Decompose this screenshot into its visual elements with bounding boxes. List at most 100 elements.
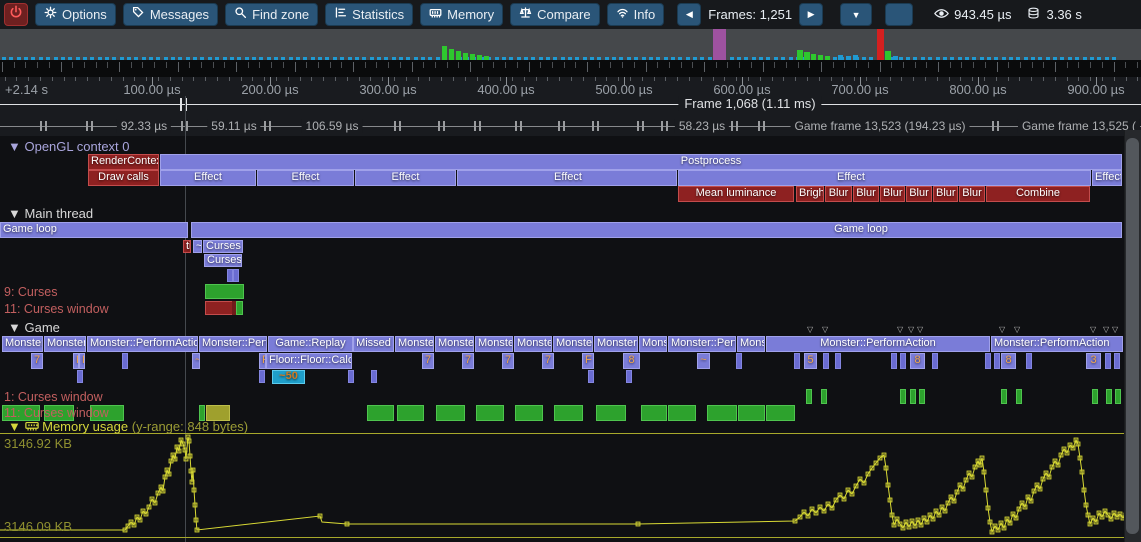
timeline-zone[interactable]: ~	[192, 353, 200, 369]
timeline-zone[interactable]: RenderContext	[88, 154, 159, 170]
collapsed-marker-icon[interactable]: ▽	[897, 325, 903, 334]
collapsed-marker-icon[interactable]: ▽	[822, 325, 828, 334]
timeline-zone[interactable]: Monster::PerformAction	[435, 336, 474, 352]
memory-section-header[interactable]: ▼ Memory usage (y-range: 848 bytes)	[8, 419, 248, 434]
timeline-zone[interactable]: 8	[910, 353, 925, 369]
scrollbar-thumb[interactable]	[1126, 138, 1139, 534]
frame-bar[interactable]	[463, 53, 468, 60]
timeline-zone[interactable]	[1092, 389, 1098, 404]
timeline-zone[interactable]: Blur	[853, 186, 879, 202]
collapsed-marker-icon[interactable]: ▽	[999, 325, 1005, 334]
timeline-zone[interactable]	[1016, 389, 1022, 404]
timeline-zone[interactable]: 7	[31, 353, 43, 369]
timeline-zone[interactable]: 7	[462, 353, 474, 369]
timeline-zone[interactable]	[823, 353, 829, 369]
timeline-zone[interactable]	[367, 405, 394, 421]
timeline-zone[interactable]	[122, 353, 128, 369]
timeline-zone[interactable]	[588, 370, 594, 383]
timeline-zone[interactable]	[900, 353, 906, 369]
statistics-button[interactable]: Statistics	[325, 3, 413, 26]
compare-button[interactable]: Compare	[510, 3, 599, 26]
timeline-zone[interactable]	[554, 405, 583, 421]
collapsed-marker-icon[interactable]: ▽	[1103, 325, 1109, 334]
timeline-zone[interactable]	[626, 370, 632, 383]
timeline-zone[interactable]: Monster::PerformAction	[766, 336, 990, 352]
timeline-zone[interactable]	[1105, 353, 1111, 369]
timeline-zone[interactable]	[1026, 353, 1032, 369]
frame-bar[interactable]	[456, 51, 461, 60]
timeline-zone[interactable]	[641, 405, 667, 421]
timeline-zone[interactable]: Monster::PerformAction	[991, 336, 1123, 352]
timeline-zone[interactable]: Monster::PerformAction	[2, 336, 43, 352]
timeline-zone[interactable]	[985, 353, 991, 369]
timeline-zone[interactable]	[910, 389, 916, 404]
timeline-zone[interactable]	[891, 353, 897, 369]
timeline-zone[interactable]: F	[582, 353, 594, 369]
timeline-zone[interactable]	[259, 370, 265, 383]
timeline-zone[interactable]: Missed	[353, 336, 394, 352]
timeline-zone[interactable]	[236, 301, 243, 315]
thread-header[interactable]: ▼ Game	[8, 320, 60, 335]
timeline-zone[interactable]: 7	[542, 353, 554, 369]
timeline-zone[interactable]	[1106, 389, 1112, 404]
timeline-zone[interactable]: ~	[697, 353, 710, 369]
timeline-zone[interactable]: Mean luminance	[678, 186, 794, 202]
timeline-zone[interactable]: Blur	[906, 186, 932, 202]
timeline-zone[interactable]	[668, 405, 696, 421]
timeline-zone[interactable]	[835, 353, 841, 369]
timeline-zone[interactable]: Game::Replay	[268, 336, 353, 352]
timeline-zone[interactable]	[994, 353, 1000, 369]
timeline-zone[interactable]	[515, 405, 543, 421]
timeline-zone[interactable]: 7	[502, 353, 514, 369]
timeline-zone[interactable]: Effect	[160, 170, 256, 186]
collapsed-marker-icon[interactable]: ▽	[807, 325, 813, 334]
memory-button[interactable]: Memory	[420, 3, 503, 26]
collapsed-marker-icon[interactable]: ▽	[917, 325, 923, 334]
frame-bar[interactable]	[885, 51, 891, 60]
frame-pulldown-button[interactable]: ▼	[840, 3, 872, 26]
timeline-zone[interactable]: Game loop	[191, 222, 1122, 238]
thread-header[interactable]: ▼ Main thread	[8, 206, 93, 221]
timeline-zone[interactable]: Monster::PerformAction	[594, 336, 638, 352]
timeline-zone[interactable]: Floor::Floor::Calcu	[266, 353, 352, 369]
timeline-zone[interactable]: 7	[422, 353, 434, 369]
timeline-zone[interactable]: Effect	[457, 170, 677, 186]
next-frame-button[interactable]: ▶	[799, 3, 823, 26]
timeline-zone[interactable]	[1115, 389, 1121, 404]
timeline-zone[interactable]: 8	[623, 353, 640, 369]
timeline-zone[interactable]: ~50	[272, 370, 305, 384]
frame-bar[interactable]	[713, 29, 726, 60]
timeline-zone[interactable]	[736, 353, 742, 369]
timeline-zone[interactable]	[707, 405, 737, 421]
timeline-zone[interactable]: time	[183, 240, 191, 253]
frame-bar[interactable]	[449, 49, 454, 60]
timeline-zone[interactable]: F	[79, 353, 85, 369]
locate-button[interactable]	[885, 3, 913, 26]
collapsed-marker-icon[interactable]: ▽	[908, 325, 914, 334]
timeline-zone[interactable]: Effect	[257, 170, 354, 186]
timeline-zone[interactable]: 5	[804, 353, 817, 369]
timeline-zone[interactable]: Curses window	[204, 254, 242, 267]
timeline-zone[interactable]: Monster::PerformAction	[514, 336, 552, 352]
timeline-zone[interactable]	[77, 370, 83, 383]
timeline-zone[interactable]	[476, 405, 504, 421]
timeline-zone[interactable]: Monster::PerformAction	[44, 336, 86, 352]
timeline-zone[interactable]: 8	[1001, 353, 1016, 369]
timeline-zone[interactable]	[806, 389, 812, 404]
timeline-zone[interactable]: Blur	[933, 186, 958, 202]
timeline-zone[interactable]: Blur	[880, 186, 905, 202]
timeline-zone[interactable]	[436, 405, 465, 421]
timeline-zone[interactable]	[205, 301, 233, 315]
find-zone-button[interactable]: Find zone	[225, 3, 318, 26]
frame-histogram[interactable]	[0, 29, 1141, 60]
frame-bar[interactable]	[877, 29, 884, 60]
timeline-zone[interactable]: Monster::PerformAction	[475, 336, 513, 352]
timeline-zone[interactable]: Monster::PerformAction	[199, 336, 267, 352]
timeline-zone[interactable]: F	[259, 353, 266, 369]
timeline-zone[interactable]	[738, 405, 765, 421]
thread-header[interactable]: ▼ OpenGL context 0	[8, 139, 130, 154]
timeline-zone[interactable]	[932, 353, 938, 369]
timeline-zone[interactable]	[919, 389, 925, 404]
timeline-zone[interactable]: ~	[193, 240, 202, 253]
timeline-zone[interactable]: Curses window	[203, 240, 243, 253]
